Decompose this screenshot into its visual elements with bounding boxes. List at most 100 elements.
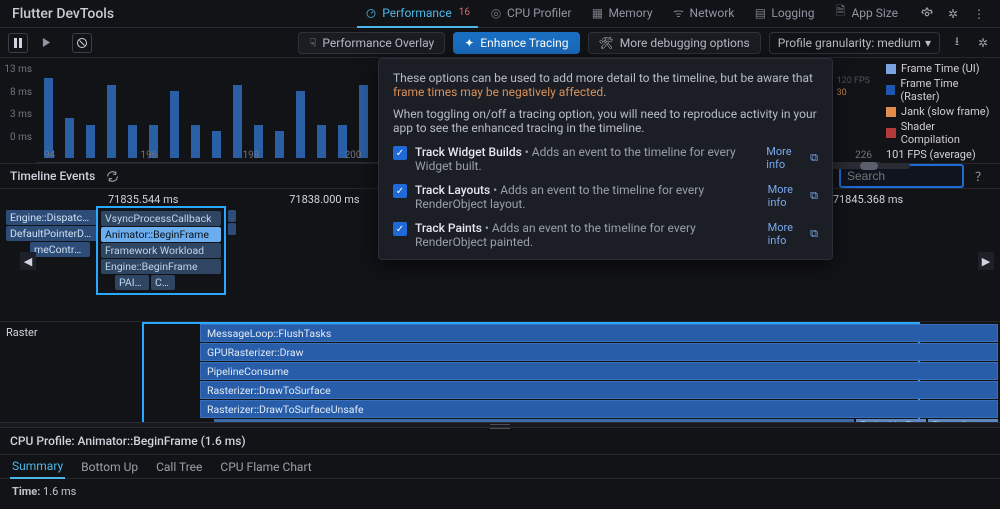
tab-memory[interactable]: ▦ Memory — [583, 0, 660, 28]
timeline-event[interactable] — [228, 210, 236, 222]
raster-event[interactable]: Rasterizer::DrawToSurface — [200, 381, 998, 399]
legend-swatch — [886, 85, 895, 95]
popover-options: ✓Track Widget Builds • Adds an event to … — [393, 145, 818, 249]
timeline-event[interactable]: CO… — [151, 275, 175, 290]
frame-bar[interactable] — [233, 85, 242, 158]
tab-cpu-label: CPU Profiler — [507, 6, 572, 20]
cpu-tab-bottom-up[interactable]: Bottom Up — [79, 456, 140, 478]
spark-icon: ✦ — [464, 36, 474, 50]
frame-bar[interactable] — [107, 85, 116, 158]
frame-bar[interactable] — [44, 78, 53, 158]
timeline-event[interactable]: Engine::BeginFrame — [101, 259, 221, 274]
timeline-event[interactable]: meContro… — [30, 242, 90, 257]
legend-label: Frame Time (UI) — [901, 62, 980, 75]
option-label: Track Layouts — [415, 183, 490, 197]
raster-event[interactable]: MessageLoop::FlushTasks — [200, 324, 998, 342]
timeline-event[interactable]: VsyncProcessCallback — [101, 211, 221, 226]
pause-button[interactable] — [8, 33, 28, 53]
raster-event[interactable]: PipelineConsume — [200, 362, 998, 380]
raster-event[interactable]: GPURasterizer::Draw — [200, 343, 998, 361]
checkbox-icon[interactable]: ✓ — [393, 222, 407, 236]
timeline-event[interactable] — [228, 223, 236, 235]
play-button[interactable] — [36, 33, 56, 53]
event-sliver — [228, 210, 236, 235]
timeline-event[interactable]: Engine::DispatchP… — [6, 210, 98, 225]
checkbox-icon[interactable]: ✓ — [393, 184, 407, 198]
fps-summary: 101 FPS (average) — [886, 148, 994, 161]
log-icon: ▤ — [754, 7, 766, 19]
cpu-tab-summary[interactable]: Summary — [10, 455, 65, 479]
download-icon[interactable]: ⭳ — [948, 34, 966, 52]
toolbar-settings-icon[interactable]: ✲ — [974, 34, 992, 52]
timeline-event[interactable]: PAINT — [115, 275, 149, 290]
option-label: Track Widget Builds — [415, 145, 522, 159]
horizontal-splitter[interactable] — [0, 422, 1000, 428]
timeline-event[interactable]: Animator::BeginFrame — [101, 227, 221, 242]
tab-network[interactable]: ᯤNetwork — [665, 0, 743, 28]
xtick: 198 — [243, 150, 260, 161]
popover-text: These options can be used to add more de… — [393, 71, 813, 85]
timestamp: 71845.368 ms — [833, 193, 1000, 206]
frame-bar[interactable] — [296, 91, 305, 158]
overlay-label: Performance Overlay — [322, 36, 434, 50]
timeline-event[interactable]: DefaultPointerDat… — [6, 226, 98, 241]
tab-logging[interactable]: ▤Logging — [746, 0, 822, 28]
legend: Frame Time (UI) Frame Time (Raster) Jank (… — [880, 58, 1000, 163]
refresh-icon[interactable] — [103, 167, 121, 185]
tab-network-label: Network — [690, 6, 735, 20]
timeline-scroll-right[interactable]: ▶ — [978, 252, 994, 270]
more-info-link[interactable]: More info ⧉ — [768, 183, 818, 209]
frame-times-warning-link[interactable]: frame times may be negatively affected — [393, 85, 603, 99]
more-debugging-button[interactable]: 🛠More debugging options — [588, 32, 761, 54]
tab-cpu-profiler[interactable]: ◎ CPU Profiler — [482, 0, 580, 28]
wrench-icon: 🛠 — [599, 36, 614, 50]
range-thumb[interactable] — [860, 162, 878, 170]
legend-label: Frame Time (Raster) — [900, 77, 994, 103]
enhance-tracing-button[interactable]: ✦Enhance Tracing — [453, 32, 579, 54]
frame-range-slider[interactable] — [820, 163, 910, 169]
legend-swatch — [886, 107, 896, 117]
cpu-tab-flame-chart[interactable]: CPU Flame Chart — [218, 456, 313, 478]
chevron-down-icon: ▾ — [925, 36, 931, 50]
gear-icon[interactable]: ✲ — [944, 5, 962, 23]
tracing-option: ✓Track Paints • Adds an event to the tim… — [393, 221, 818, 249]
granularity-label: Profile granularity: medium — [778, 36, 921, 50]
legend-label: Jank (slow frame) — [901, 105, 989, 118]
granularity-dropdown[interactable]: Profile granularity: medium ▾ — [769, 32, 940, 54]
clear-button[interactable] — [72, 33, 92, 53]
memory-icon: ▦ — [591, 7, 603, 19]
xtick: 94 — [44, 150, 55, 161]
raster-event[interactable]: Rasterizer::DrawToSurfaceUnsafe — [200, 400, 998, 418]
legend-row: Shader Compilation — [886, 120, 994, 146]
checkbox-icon[interactable]: ✓ — [393, 146, 407, 160]
more-info-link[interactable]: More info ⧉ — [766, 145, 818, 171]
fps-120: 120 FPS — [837, 76, 870, 86]
frame-bar[interactable] — [170, 91, 179, 158]
tracing-option: ✓Track Widget Builds • Adds an event to … — [393, 145, 818, 173]
performance-overlay-button[interactable]: ☟ Performance Overlay — [298, 32, 445, 54]
fps-guide-lines: ms 120 FPS 30 — [837, 64, 870, 98]
tab-app-size[interactable]: 🗎App Size — [826, 0, 906, 28]
timestamp: 71835.544 ms — [108, 193, 275, 206]
more-info-link[interactable]: More info ⧉ — [768, 221, 818, 247]
settings-icon[interactable] — [918, 5, 936, 23]
overflow-icon[interactable]: ⋮ — [970, 5, 988, 23]
cpu-icon: ◎ — [490, 7, 502, 19]
tab-memory-label: Memory — [608, 6, 652, 20]
timeline-scroll-left[interactable]: ◀ — [20, 252, 36, 270]
frame-bar[interactable] — [359, 85, 368, 158]
tab-performance[interactable]: Performance 16 — [357, 0, 478, 28]
xtick: 196 — [140, 150, 157, 161]
legend-row: Frame Time (UI) — [886, 62, 994, 75]
cpu-tab-call-tree[interactable]: Call Tree — [154, 456, 204, 478]
raster-thread-timeline[interactable]: Raster MessageLoop::FlushTasks GPURaster… — [0, 322, 1000, 422]
legend-swatch — [886, 64, 896, 74]
xtick: 226 — [855, 150, 872, 161]
help-icon[interactable]: ？ — [972, 167, 990, 185]
timeline-event[interactable]: Framework Workload — [101, 243, 221, 258]
fps-30: 30 — [837, 88, 870, 98]
ytick: 8 ms — [10, 87, 32, 98]
external-link-icon: ⧉ — [810, 189, 818, 203]
raster-stack: MessageLoop::FlushTasks GPURasterizer::D… — [54, 322, 1000, 422]
pointer-icon: ☟ — [309, 36, 316, 50]
